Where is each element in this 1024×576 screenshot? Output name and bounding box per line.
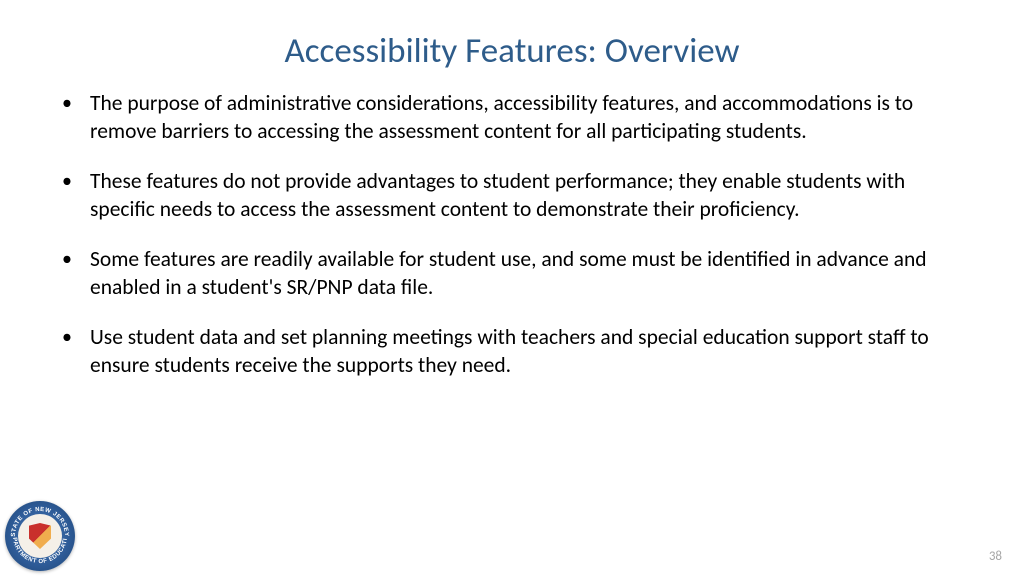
slide-content: The purpose of administrative considerat… — [0, 90, 1024, 380]
shield-icon — [29, 523, 51, 549]
page-number: 38 — [989, 549, 1002, 564]
bullet-item: The purpose of administrative considerat… — [50, 90, 974, 146]
bullet-item: Some features are readily available for … — [50, 246, 974, 302]
bullet-item: Use student data and set planning meetin… — [50, 324, 974, 380]
nj-doe-seal-icon: STATE OF NEW JERSEY DEPARTMENT OF EDUCAT… — [5, 501, 75, 571]
bullet-item: These features do not provide advantages… — [50, 168, 974, 224]
bullet-list: The purpose of administrative considerat… — [50, 90, 974, 380]
slide-title: Accessibility Features: Overview — [0, 0, 1024, 90]
